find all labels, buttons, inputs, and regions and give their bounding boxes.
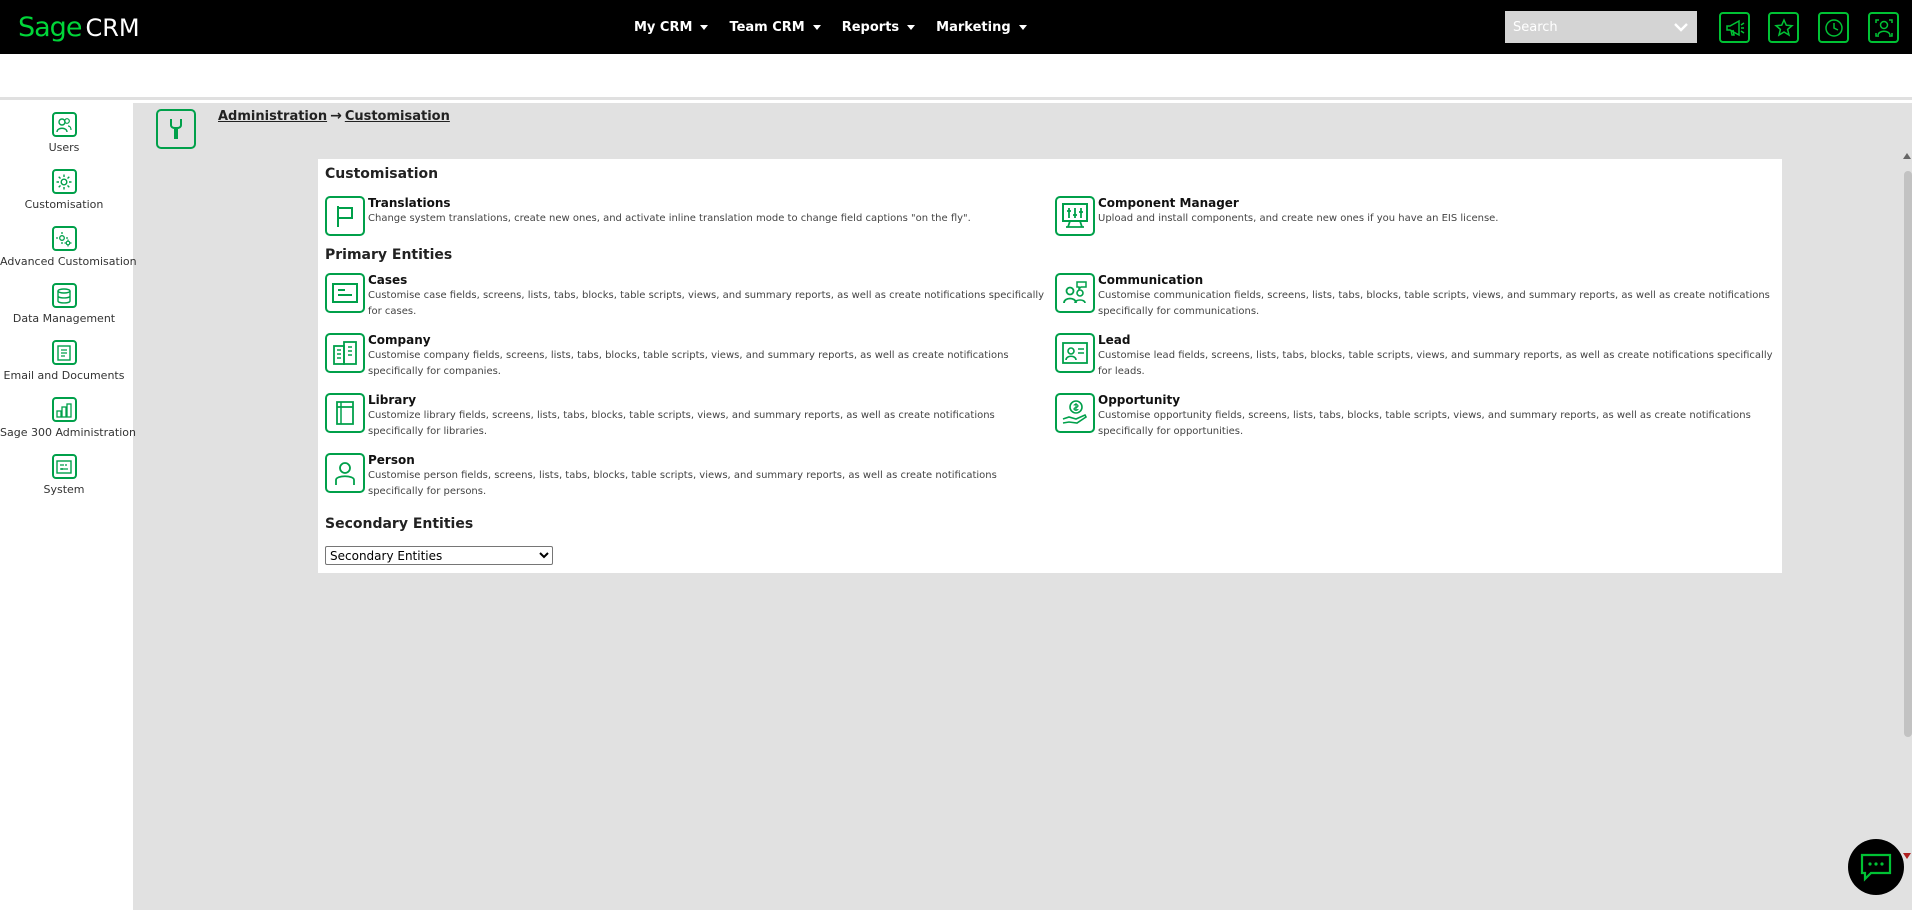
entity-translations: Translations Change system translations,…	[325, 196, 1048, 236]
logo-crm-text: CRM	[85, 14, 140, 42]
entity-component-manager: Component Manager Upload and install com…	[1055, 196, 1778, 236]
scroll-up-arrow-icon[interactable]	[1903, 153, 1911, 159]
administration-icon	[156, 109, 196, 149]
caret-down-icon	[907, 24, 916, 30]
scrollbar-thumb[interactable]	[1904, 171, 1912, 737]
sidebar-item-customisation[interactable]: Customisation	[0, 169, 128, 211]
person-icon[interactable]	[325, 453, 365, 493]
nav-marketing[interactable]: Marketing	[936, 19, 1027, 35]
customisation-panel: Customisation Translations Change system…	[318, 159, 1782, 573]
gear-icon	[51, 169, 77, 194]
logo-sage-text: Sage	[18, 12, 82, 43]
sidebar-item-system[interactable]: System	[0, 454, 128, 496]
translations-description: Change system translations, create new o…	[368, 213, 971, 224]
flag-icon[interactable]	[325, 196, 365, 236]
customisation-section-title: Customisation	[325, 166, 439, 182]
page-scrollbar[interactable]	[1902, 153, 1912, 860]
entity-company: Company Customise company fields, screen…	[325, 333, 1048, 380]
person-description: Customise person fields, screens, lists,…	[368, 470, 997, 497]
top-bar: Sage CRM My CRM Team CRM Reports Marketi…	[0, 0, 1912, 54]
communication-description: Customise communication fields, screens,…	[1098, 290, 1770, 317]
communication-link[interactable]: Communication	[1098, 273, 1778, 287]
lead-icon[interactable]	[1055, 333, 1095, 373]
breadcrumb: Administration → Customisation	[218, 108, 450, 124]
cases-description: Customise case fields, screens, lists, t…	[368, 290, 1045, 317]
secondary-entities-title: Secondary Entities	[325, 516, 474, 532]
nav-marketing-label: Marketing	[936, 19, 1011, 35]
nav-team-crm-label: Team CRM	[729, 19, 805, 35]
entity-lead: Lead Customise lead fields, screens, lis…	[1055, 333, 1778, 380]
main-nav: My CRM Team CRM Reports Marketing	[634, 0, 1048, 54]
admin-sidebar: Users Customisation Advanced Customisati…	[0, 107, 137, 910]
library-description: Customize library fields, screens, lists…	[368, 410, 995, 437]
chat-bubble-icon	[1860, 853, 1892, 882]
primary-entities-title: Primary Entities	[325, 247, 453, 263]
star-icon[interactable]	[1768, 12, 1799, 43]
toolbar-strip	[0, 54, 1912, 100]
nav-my-crm-label: My CRM	[634, 19, 693, 35]
component-manager-description: Upload and install components, and creat…	[1098, 213, 1499, 224]
search-input[interactable]	[1505, 12, 1665, 42]
system-icon	[51, 454, 77, 479]
lead-link[interactable]: Lead	[1098, 333, 1778, 347]
opportunity-icon[interactable]	[1055, 393, 1095, 433]
scroll-down-arrow-icon[interactable]	[1903, 853, 1911, 859]
translations-link[interactable]: Translations	[368, 196, 1048, 210]
entity-library: Library Customize library fields, screen…	[325, 393, 1048, 440]
sidebar-item-label: Data Management	[12, 312, 116, 325]
sidebar-item-label: System	[43, 483, 85, 496]
sidebar-item-sage-300-administration[interactable]: Sage 300 Administration	[0, 397, 136, 439]
sidebar-item-label: Advanced Customisation	[0, 255, 137, 268]
chat-button[interactable]	[1848, 839, 1904, 895]
sliders-monitor-icon[interactable]	[1055, 196, 1095, 236]
component-manager-link[interactable]: Component Manager	[1098, 196, 1778, 210]
chevron-down-icon[interactable]	[1673, 19, 1689, 35]
nav-reports[interactable]: Reports	[841, 19, 916, 35]
company-icon[interactable]	[325, 333, 365, 373]
sidebar-item-advanced-customisation[interactable]: Advanced Customisation	[0, 226, 137, 268]
sidebar-item-data-management[interactable]: Data Management	[0, 283, 128, 325]
sidebar-item-users[interactable]: Users	[0, 112, 128, 154]
company-link[interactable]: Company	[368, 333, 1048, 347]
entity-opportunity: Opportunity Customise opportunity fields…	[1055, 393, 1778, 440]
breadcrumb-administration-link[interactable]: Administration	[218, 109, 327, 124]
entity-communication: Communication Customise communication fi…	[1055, 273, 1778, 320]
sidebar-item-label: Users	[48, 141, 80, 154]
caret-down-icon	[1018, 24, 1027, 30]
communication-icon[interactable]	[1055, 273, 1095, 313]
sage-crm-logo[interactable]: Sage CRM	[18, 12, 140, 43]
secondary-entities-select[interactable]: Secondary Entities	[325, 546, 553, 565]
case-icon[interactable]	[325, 273, 365, 313]
search-box	[1505, 11, 1697, 43]
database-icon	[51, 283, 77, 308]
clock-icon[interactable]	[1818, 12, 1849, 43]
cases-link[interactable]: Cases	[368, 273, 1048, 287]
breadcrumb-arrow-icon: →	[330, 108, 342, 124]
library-icon[interactable]	[325, 393, 365, 433]
chart-building-icon	[51, 397, 77, 422]
opportunity-link[interactable]: Opportunity	[1098, 393, 1778, 407]
megaphone-icon[interactable]	[1719, 12, 1750, 43]
nav-team-crm[interactable]: Team CRM	[729, 19, 821, 35]
user-card-icon[interactable]	[1868, 12, 1899, 43]
company-description: Customise company fields, screens, lists…	[368, 350, 1009, 377]
nav-my-crm[interactable]: My CRM	[634, 19, 709, 35]
advanced-gear-icon	[51, 226, 77, 251]
users-icon	[51, 112, 77, 137]
person-link[interactable]: Person	[368, 453, 1048, 467]
nav-reports-label: Reports	[841, 19, 900, 35]
entity-person: Person Customise person fields, screens,…	[325, 453, 1048, 500]
sidebar-item-label: Customisation	[24, 198, 104, 211]
opportunity-description: Customise opportunity fields, screens, l…	[1098, 410, 1751, 437]
caret-down-icon	[812, 24, 821, 30]
entity-cases: Cases Customise case fields, screens, li…	[325, 273, 1048, 320]
sidebar-item-email-documents[interactable]: Email and Documents	[0, 340, 128, 382]
document-icon	[51, 340, 77, 365]
lead-description: Customise lead fields, screens, lists, t…	[1098, 350, 1773, 377]
sidebar-item-label: Email and Documents	[3, 369, 125, 382]
breadcrumb-customisation-link[interactable]: Customisation	[345, 109, 450, 124]
sidebar-item-label: Sage 300 Administration	[0, 426, 136, 439]
caret-down-icon	[700, 24, 709, 30]
library-link[interactable]: Library	[368, 393, 1048, 407]
